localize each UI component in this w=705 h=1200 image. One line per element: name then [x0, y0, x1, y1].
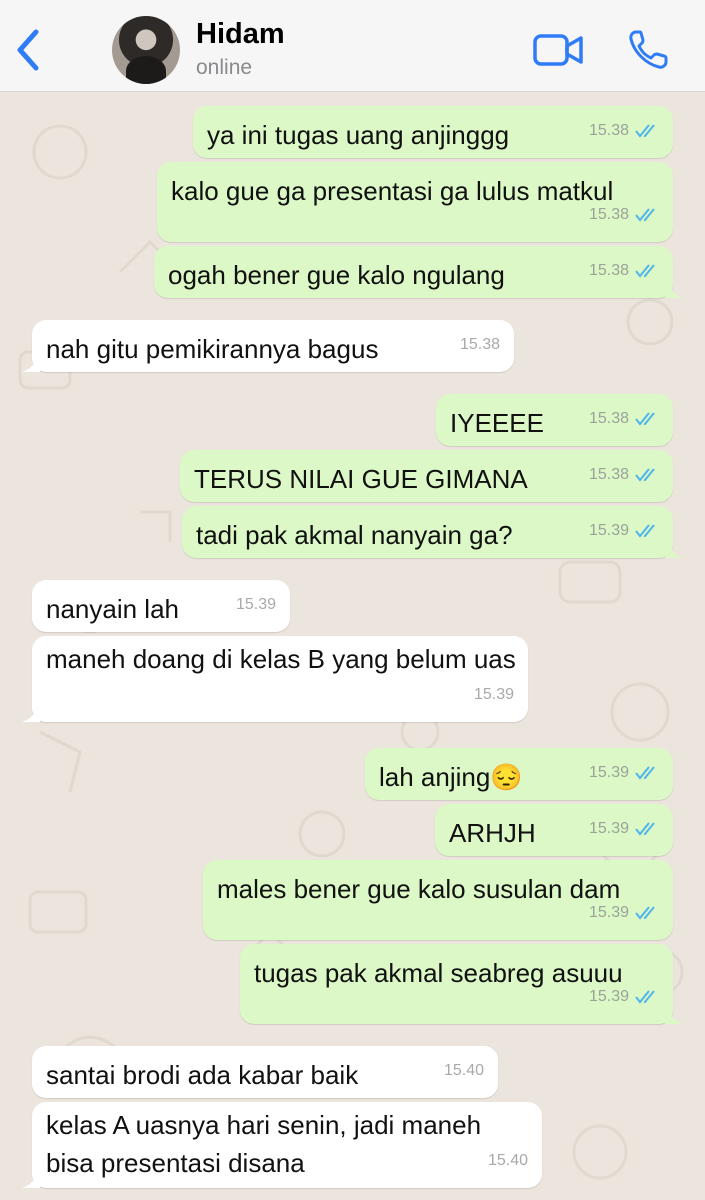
message-meta: 15.39	[589, 894, 659, 932]
message-time: 15.38	[588, 410, 629, 427]
phone-icon[interactable]	[626, 28, 670, 72]
message-time: 15.39	[235, 596, 276, 613]
contact-name[interactable]: Hidam	[196, 18, 285, 51]
message-meta: 15.38	[589, 252, 659, 290]
message-time: 15.39	[588, 820, 629, 837]
message-meta: 15.38	[460, 326, 500, 364]
message-time: 15.39	[588, 904, 629, 921]
chat-area[interactable]: ya ini tugas uang anjinggg 15.38 kalo gu…	[0, 92, 705, 1200]
message-text: males bener gue kalo susulan dam	[217, 874, 621, 904]
avatar[interactable]	[112, 16, 180, 84]
message-text: santai brodi ada kabar baik	[46, 1060, 359, 1090]
message-meta: 15.39	[589, 810, 659, 848]
message-meta: 15.38	[589, 112, 659, 150]
message-time: 15.38	[588, 122, 629, 139]
message-bubble-incoming[interactable]: nanyain lah 15.39	[32, 580, 290, 632]
message-text: ARHJH	[449, 818, 536, 848]
message-meta: 15.40	[488, 1142, 528, 1180]
bubble-tail	[22, 354, 40, 372]
message-time: 15.40	[487, 1152, 528, 1169]
message-bubble-outgoing[interactable]: IYEEEE 15.38	[436, 394, 673, 446]
message-meta: 15.38	[589, 400, 659, 438]
message-text: nanyain lah	[46, 594, 179, 624]
message-bubble-outgoing[interactable]: ogah bener gue kalo ngulang 15.38	[154, 246, 683, 298]
message-text: tadi pak akmal nanyain ga?	[196, 520, 513, 550]
bubble-tail	[665, 280, 683, 298]
video-camera-icon[interactable]	[532, 30, 584, 70]
double-check-icon	[635, 906, 655, 920]
message-meta: 15.39	[589, 512, 659, 550]
message-time: 15.38	[588, 466, 629, 483]
message-text: tugas pak akmal seabreg asuuu	[254, 958, 623, 988]
message-bubble-outgoing[interactable]: ARHJH 15.39	[435, 804, 673, 856]
message-time: 15.38	[588, 262, 629, 279]
message-time: 15.39	[473, 686, 514, 703]
double-check-icon	[635, 468, 655, 482]
message-time: 15.39	[588, 764, 629, 781]
chat-header: Hidam online	[0, 0, 705, 92]
message-bubble-outgoing[interactable]: ya ini tugas uang anjinggg 15.38	[193, 106, 673, 158]
double-check-icon	[635, 208, 655, 222]
message-text: TERUS NILAI GUE GIMANA	[194, 464, 528, 494]
message-bubble-outgoing[interactable]: tugas pak akmal seabreg asuuu 15.39	[240, 944, 683, 1024]
message-meta: 15.38	[589, 456, 659, 494]
message-meta: 15.39	[236, 586, 276, 624]
message-meta: 15.39	[589, 754, 659, 792]
double-check-icon	[635, 124, 655, 138]
message-time: 15.38	[459, 336, 500, 353]
message-text: nah gitu pemikirannya bagus	[46, 334, 379, 364]
contact-status: online	[196, 56, 253, 79]
message-bubble-incoming[interactable]: maneh doang di kelas B yang belum uas 15…	[22, 636, 528, 722]
message-text: kalo gue ga presentasi ga lulus matkul	[171, 176, 614, 206]
message-bubble-incoming[interactable]: santai brodi ada kabar baik 15.40	[32, 1046, 498, 1098]
message-text: ogah bener gue kalo ngulang	[168, 260, 505, 290]
bubble-tail	[665, 540, 683, 558]
message-bubble-outgoing[interactable]: tadi pak akmal nanyain ga? 15.39	[182, 506, 683, 558]
message-bubble-outgoing[interactable]: kalo gue ga presentasi ga lulus matkul 1…	[157, 162, 673, 242]
message-bubble-incoming[interactable]: kelas A uasnya hari senin, jadi maneh bi…	[22, 1102, 542, 1188]
message-text: lah anjing😔	[379, 762, 523, 792]
message-text: kelas A uasnya hari senin, jadi maneh bi…	[46, 1110, 482, 1178]
message-time: 15.38	[588, 206, 629, 223]
message-bubble-outgoing[interactable]: TERUS NILAI GUE GIMANA 15.38	[180, 450, 673, 502]
bubble-tail	[22, 1170, 40, 1188]
message-text: IYEEEE	[450, 408, 544, 438]
message-time: 15.39	[588, 988, 629, 1005]
bubble-tail	[22, 704, 40, 722]
message-bubble-incoming[interactable]: nah gitu pemikirannya bagus 15.38	[22, 320, 514, 372]
chevron-left-icon[interactable]	[14, 28, 44, 72]
double-check-icon	[635, 264, 655, 278]
message-text: maneh doang di kelas B yang belum uas	[46, 644, 516, 674]
double-check-icon	[635, 766, 655, 780]
message-meta: 15.39	[474, 676, 514, 714]
double-check-icon	[635, 412, 655, 426]
message-time: 15.39	[588, 522, 629, 539]
message-meta: 15.38	[589, 196, 659, 234]
message-meta: 15.40	[444, 1052, 484, 1090]
message-text: ya ini tugas uang anjinggg	[207, 120, 510, 150]
message-bubble-outgoing[interactable]: males bener gue kalo susulan dam 15.39	[203, 860, 673, 940]
message-time: 15.40	[443, 1062, 484, 1079]
message-bubble-outgoing[interactable]: lah anjing😔 15.39	[365, 748, 673, 800]
message-meta: 15.39	[589, 978, 659, 1016]
double-check-icon	[635, 822, 655, 836]
double-check-icon	[635, 524, 655, 538]
double-check-icon	[635, 990, 655, 1004]
bubble-tail	[665, 1006, 683, 1024]
